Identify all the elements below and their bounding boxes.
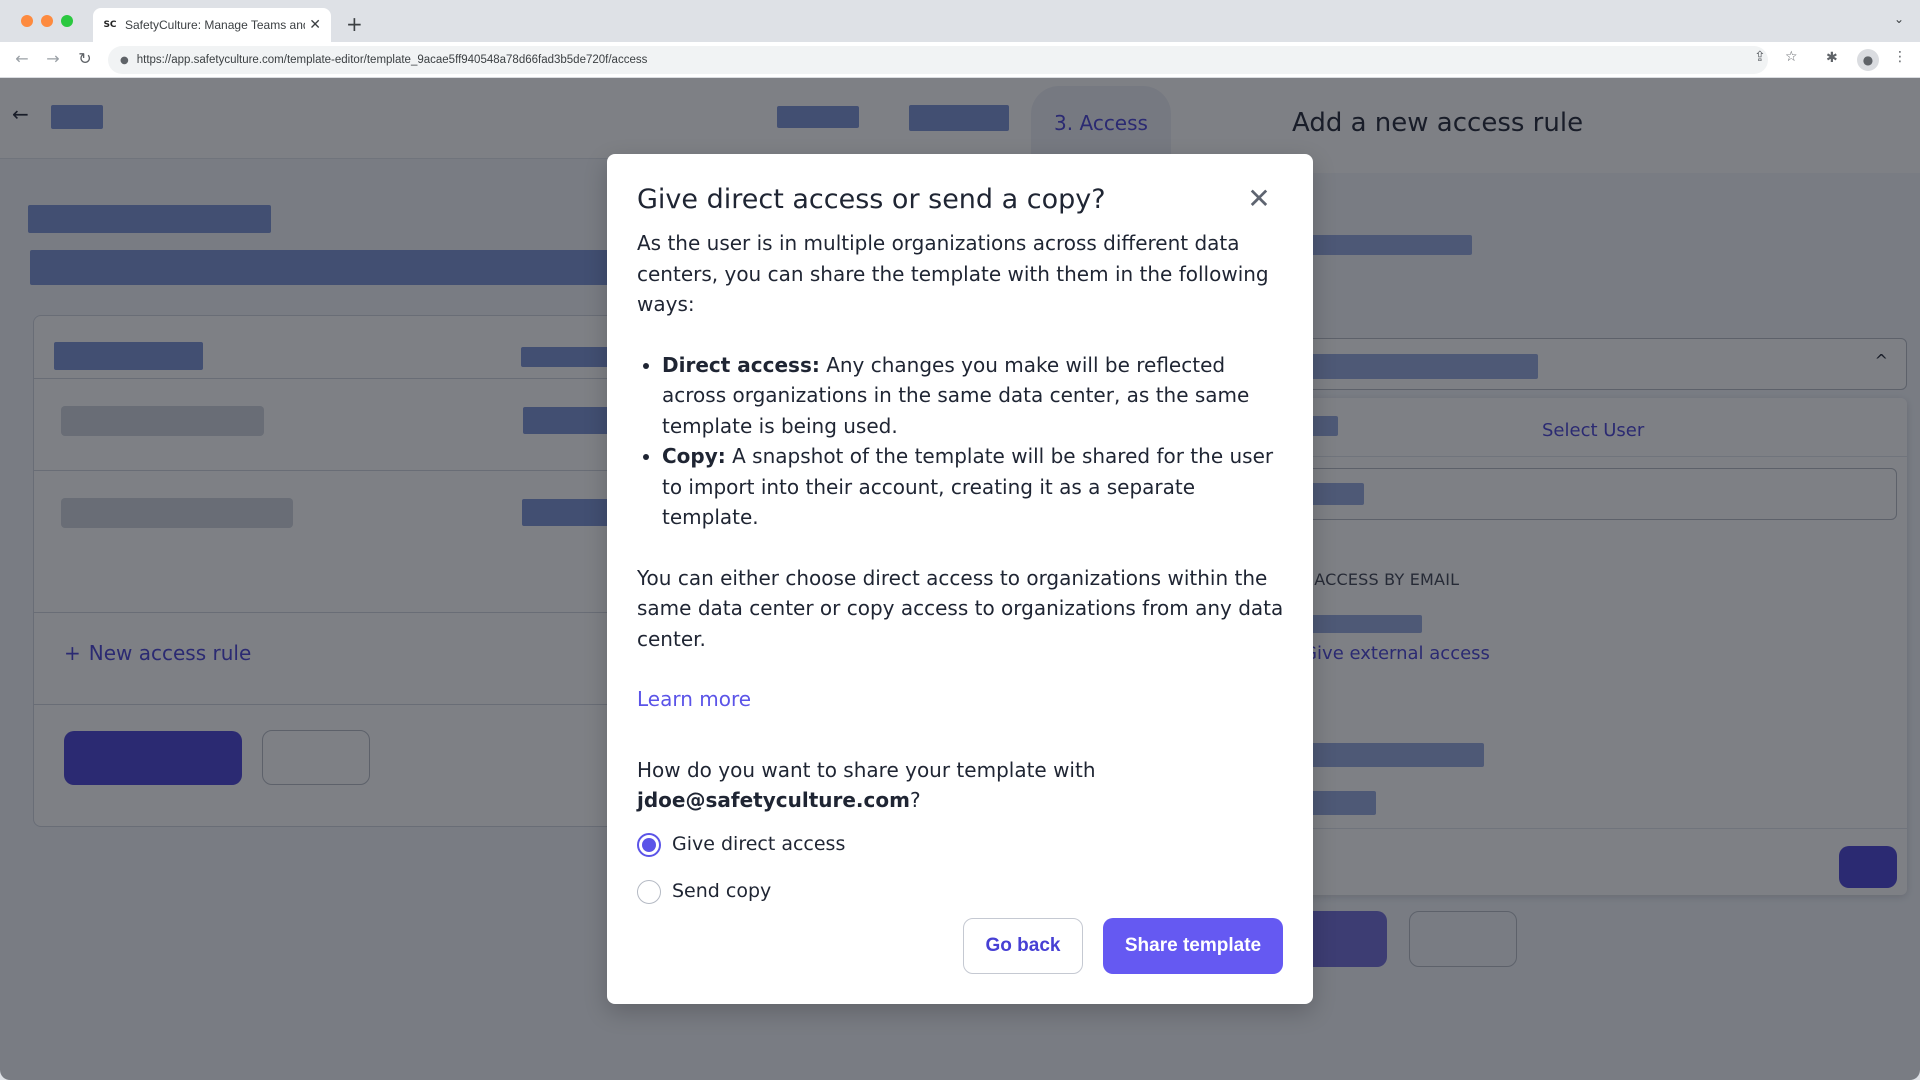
- window-maximize-button[interactable]: [61, 15, 73, 27]
- radio-give-direct-access[interactable]: Give direct access: [637, 828, 1287, 862]
- browser-toolbar: ← → ↻ ● https://app.safetyculture.com/te…: [0, 42, 1920, 78]
- window-minimize-button[interactable]: [41, 15, 53, 27]
- lock-icon: ●: [120, 54, 129, 66]
- app-viewport: ← 3. Access + New access rule: [0, 78, 1920, 1080]
- radio-button-checked[interactable]: [637, 832, 661, 857]
- browser-forward-icon[interactable]: →: [42, 49, 64, 68]
- learn-more-link[interactable]: Learn more: [637, 684, 751, 715]
- list-item-copy: Copy: A snapshot of the template will be…: [662, 441, 1287, 533]
- dialog-explanation: You can either choose direct access to o…: [637, 565, 1284, 651]
- question-text: How do you want to share your template w…: [637, 757, 1096, 782]
- dialog-title: Give direct access or send a copy?: [637, 184, 1106, 215]
- dialog-intro: As the user is in multiple organizations…: [637, 231, 1269, 316]
- dialog-body: As the user is in multiple organizations…: [637, 228, 1287, 922]
- url-text[interactable]: https://app.safetyculture.com/template-e…: [137, 54, 648, 66]
- browser-reload-icon[interactable]: ↻: [74, 49, 96, 68]
- safetyculture-favicon-icon: SC: [103, 20, 117, 30]
- share-icon[interactable]: ⇪: [1754, 49, 1766, 65]
- share-options-dialog: Give direct access or send a copy? ✕ As …: [607, 154, 1313, 1004]
- window-close-button[interactable]: [21, 15, 33, 27]
- new-tab-button[interactable]: +: [346, 12, 363, 36]
- tab-title: SafetyCulture: Manage Teams and ...: [125, 18, 306, 32]
- question-mark: ?: [909, 788, 921, 812]
- browser-tab-bar: SC SafetyCulture: Manage Teams and ... ✕…: [0, 0, 1920, 42]
- dialog-footer: Go back Share template: [963, 918, 1283, 974]
- profile-avatar-icon[interactable]: ●: [1857, 49, 1879, 71]
- extensions-icon[interactable]: ✱: [1826, 50, 1838, 66]
- browser-menu-icon[interactable]: ⋮: [1893, 49, 1907, 65]
- tab-close-icon[interactable]: ✕: [309, 17, 321, 33]
- list-item-direct-access: Direct access: Any changes you make will…: [662, 350, 1287, 442]
- radio-button-unchecked[interactable]: [637, 879, 661, 904]
- close-icon[interactable]: ✕: [1245, 182, 1273, 215]
- recipient-email: jdoe@safetyculture.com: [637, 788, 910, 812]
- profile-glyph: ●: [1862, 53, 1874, 67]
- direct-access-term: Direct access:: [662, 352, 820, 377]
- sharing-options-list: Direct access: Any changes you make will…: [662, 350, 1287, 533]
- address-bar[interactable]: ● https://app.safetyculture.com/template…: [108, 46, 1768, 74]
- browser-back-icon[interactable]: ←: [11, 49, 33, 68]
- go-back-button[interactable]: Go back: [963, 918, 1083, 974]
- browser-tab[interactable]: SC SafetyCulture: Manage Teams and ... ✕: [93, 8, 331, 42]
- bookmark-star-icon[interactable]: ☆: [1785, 49, 1798, 65]
- copy-description: A snapshot of the template will be share…: [662, 444, 1274, 529]
- share-question: How do you want to share your template w…: [637, 755, 1287, 816]
- radio-send-copy[interactable]: Send copy: [637, 875, 1287, 909]
- copy-term: Copy:: [662, 444, 726, 468]
- tab-search-chevron-icon[interactable]: ⌄: [1894, 12, 1904, 26]
- radio-label[interactable]: Send copy: [672, 876, 771, 907]
- radio-label[interactable]: Give direct access: [672, 829, 845, 860]
- share-template-button[interactable]: Share template: [1103, 918, 1283, 974]
